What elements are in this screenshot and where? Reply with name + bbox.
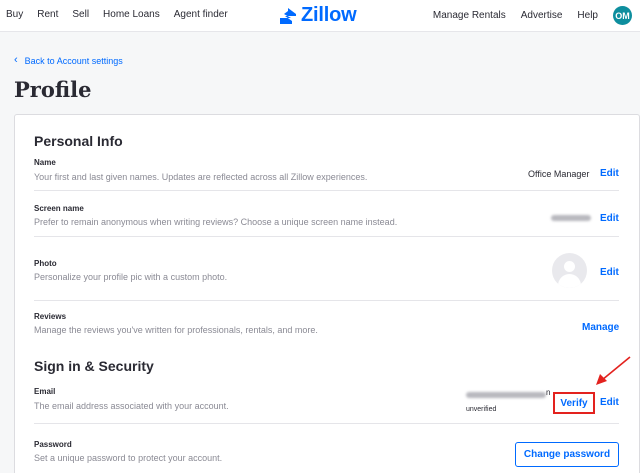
email-verify-button[interactable]: Verify — [553, 392, 595, 414]
page-title: Profile — [14, 77, 92, 102]
name-description: Your first and last given names. Updates… — [34, 172, 368, 182]
change-password-button[interactable]: Change password — [515, 442, 619, 467]
photo-row: Photo Personalize your profile pic with … — [34, 237, 619, 301]
nav-advertise[interactable]: Advertise — [521, 10, 563, 21]
back-link-label: Back to Account settings — [24, 55, 123, 66]
nav-right-links: Manage Rentals Advertise Help OM — [433, 6, 632, 25]
reviews-row: Reviews Manage the reviews you've writte… — [34, 301, 619, 341]
screen-name-row: Screen name Prefer to remain anonymous w… — [34, 191, 619, 237]
red-annotation-arrow-icon — [596, 356, 631, 385]
nav-rent[interactable]: Rent — [37, 9, 58, 20]
photo-edit-link[interactable]: Edit — [600, 267, 619, 278]
password-description: Set a unique password to protect your ac… — [34, 453, 223, 463]
back-to-account-settings-link[interactable]: ‹ Back to Account settings — [14, 55, 123, 66]
email-value-redacted — [466, 392, 546, 398]
name-value: Office Manager — [528, 169, 590, 179]
email-row: Email The email address associated with … — [34, 381, 619, 424]
screen-name-value-redacted — [551, 215, 591, 221]
nav-home-loans[interactable]: Home Loans — [103, 9, 160, 20]
nav-buy[interactable]: Buy — [6, 9, 23, 20]
screen-name-label: Screen name — [34, 204, 84, 213]
screen-name-edit-link[interactable]: Edit — [600, 213, 619, 224]
reviews-label: Reviews — [34, 312, 67, 321]
personal-info-heading: Personal Info — [34, 133, 123, 149]
email-description: The email address associated with your a… — [34, 401, 229, 411]
nav-left-links: Buy Rent Sell Home Loans Agent finder — [6, 9, 228, 20]
name-label: Name — [34, 158, 56, 167]
top-navigation: Buy Rent Sell Home Loans Agent finder Zi… — [0, 0, 640, 32]
email-value-suffix: n — [546, 388, 551, 397]
email-status-unverified: unverified — [466, 406, 497, 413]
sign-in-security-heading: Sign in & Security — [34, 358, 154, 374]
reviews-manage-link[interactable]: Manage — [582, 322, 619, 333]
zillow-logo-icon — [280, 7, 296, 24]
photo-label: Photo — [34, 259, 57, 268]
zillow-wordmark: Zillow — [301, 4, 357, 26]
profile-photo-placeholder[interactable] — [552, 253, 587, 288]
person-body-icon — [558, 274, 581, 288]
password-row: Password Set a unique password to protec… — [34, 424, 619, 473]
photo-description: Personalize your profile pic with a cust… — [34, 272, 228, 282]
chevron-left-icon: ‹ — [14, 54, 18, 66]
email-edit-link[interactable]: Edit — [600, 397, 619, 408]
person-head-icon — [564, 261, 575, 272]
nav-help[interactable]: Help — [577, 10, 598, 21]
zillow-logo[interactable]: Zillow — [279, 4, 357, 27]
nav-agent-finder[interactable]: Agent finder — [174, 9, 228, 20]
password-label: Password — [34, 440, 72, 449]
nav-sell[interactable]: Sell — [72, 9, 89, 20]
screen-name-description: Prefer to remain anonymous when writing … — [34, 217, 398, 227]
email-label: Email — [34, 387, 56, 396]
name-edit-link[interactable]: Edit — [600, 168, 619, 179]
nav-manage-rentals[interactable]: Manage Rentals — [433, 10, 506, 21]
reviews-description: Manage the reviews you've written for pr… — [34, 325, 318, 335]
user-avatar[interactable]: OM — [613, 6, 632, 25]
name-row: Name Your first and last given names. Up… — [34, 155, 619, 191]
profile-card: Personal Info Name Your first and last g… — [14, 114, 640, 473]
